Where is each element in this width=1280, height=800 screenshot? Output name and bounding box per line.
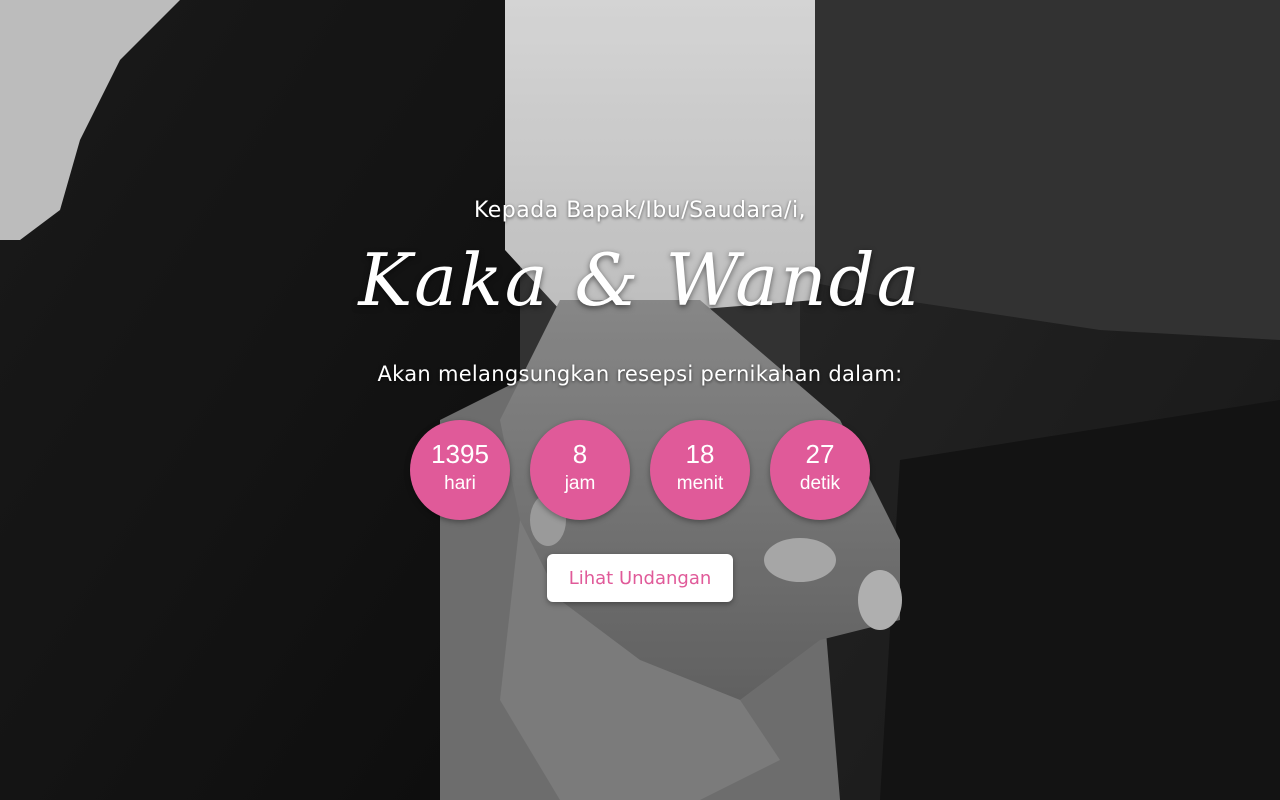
countdown-days: 1395 hari bbox=[410, 420, 510, 520]
countdown-minutes-value: 18 bbox=[685, 438, 715, 469]
countdown-seconds-unit: detik bbox=[799, 472, 841, 494]
couple-names: Kaka & Wanda bbox=[358, 238, 922, 322]
countdown-timer: 1395 hari 8 jam 18 menit 27 detik bbox=[410, 420, 870, 520]
countdown-hours-unit: jam bbox=[564, 472, 596, 494]
countdown-seconds-value: 27 bbox=[805, 438, 835, 469]
countdown-hours-value: 8 bbox=[572, 438, 588, 469]
countdown-minutes: 18 menit bbox=[650, 420, 750, 520]
countdown-days-unit: hari bbox=[444, 472, 476, 494]
countdown-seconds: 27 detik bbox=[770, 420, 870, 520]
hero-section: Kepada Bapak/Ibu/Saudara/i, Kaka & Wanda… bbox=[0, 0, 1280, 800]
greeting-text: Kepada Bapak/Ibu/Saudara/i, bbox=[473, 198, 807, 223]
event-subtitle: Akan melangsungkan resepsi pernikahan da… bbox=[377, 362, 903, 386]
view-invitation-button[interactable]: Lihat Undangan bbox=[547, 554, 733, 602]
countdown-days-value: 1395 bbox=[431, 438, 489, 469]
countdown-minutes-unit: menit bbox=[676, 472, 724, 494]
countdown-hours: 8 jam bbox=[530, 420, 630, 520]
